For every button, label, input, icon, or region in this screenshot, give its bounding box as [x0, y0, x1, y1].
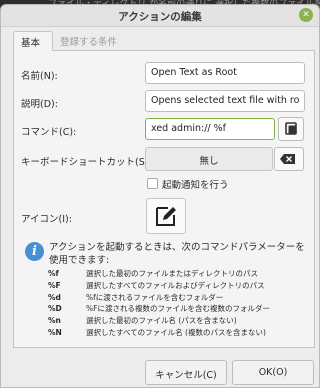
parameter-code: %d: [48, 292, 61, 302]
description-field[interactable]: Opens selected text file with ro: [145, 90, 305, 112]
info-icon: i: [25, 242, 44, 261]
close-button[interactable]: ✕: [299, 8, 313, 22]
edit-action-dialog: アクションの編集 ✕ 基本 登録する条件 名前(N): Open Text as…: [0, 4, 320, 388]
help-intro-text: アクションを起動するときは、次のコマンドパラメーターを使用できます:: [49, 242, 305, 266]
parameter-row: %N 選択したすべてのファイル名 (複数のパスを含まない): [48, 327, 313, 339]
cancel-button[interactable]: キャンセル(C): [145, 360, 227, 385]
parameter-row: %F 選択したすべてのファイルおよびディレクトリのパス: [48, 280, 313, 292]
shortcut-button[interactable]: 無し: [145, 147, 273, 171]
startup-notify-label: 起動通知を行う: [162, 180, 229, 191]
parameter-description: %fに渡されるファイルを含むフォルダー: [86, 292, 224, 302]
open-document-icon: [285, 122, 297, 135]
browse-button[interactable]: [278, 117, 304, 141]
icon-label: アイコン(I):: [21, 214, 72, 225]
ok-button[interactable]: OK(O): [232, 360, 314, 385]
parameter-row: %n 選択した最初のファイル名 (パスを含まない): [48, 315, 313, 327]
parameter-row: %D %Fに渡される複数のファイルを含む複数のフォルダー: [48, 303, 313, 315]
parameter-description: 選択した最初のファイルまたはディレクトリのパス: [86, 269, 258, 278]
parameter-list: %f 選択した最初のファイルまたはディレクトリのパス %F 選択したすべてのファ…: [48, 268, 313, 339]
description-label: 説明(D):: [21, 99, 58, 110]
close-icon: ✕: [302, 10, 310, 20]
parameter-description: 選択したすべてのファイル名 (複数のパスを含まない): [86, 327, 266, 337]
name-label: 名前(N):: [21, 71, 58, 82]
parameter-description: 選択したすべてのファイルおよびディレクトリのパス: [86, 280, 265, 290]
backspace-icon: [280, 154, 295, 164]
parameter-row: %f 選択した最初のファイルまたはディレクトリのパス: [48, 268, 313, 280]
icon-picker-button[interactable]: [146, 198, 186, 234]
startup-notify-checkbox[interactable]: [147, 178, 158, 189]
parameter-code: %n: [48, 316, 61, 326]
parameter-description: 選択した最初のファイル名 (パスを含まない): [86, 316, 237, 326]
parameter-code: %D: [48, 304, 62, 314]
command-field[interactable]: xed admin:// %f: [145, 118, 275, 140]
shortcut-label: キーボードショートカット(S):: [21, 157, 152, 168]
tab-conditions[interactable]: 登録する条件: [53, 31, 135, 51]
window-title: アクションの編集: [118, 11, 202, 23]
clear-shortcut-button[interactable]: [274, 147, 304, 171]
parameter-description: %Fに渡される複数のファイルを含む複数のフォルダー: [86, 304, 270, 314]
tab-basic[interactable]: 基本: [13, 31, 53, 51]
command-label: コマンド(C):: [21, 127, 77, 138]
parameter-row: %d %fに渡されるファイルを含むフォルダー: [48, 292, 313, 304]
parameter-code: %F: [48, 280, 61, 290]
parameter-code: %f: [48, 269, 59, 278]
edit-icon: [156, 207, 176, 226]
parameter-code: %N: [48, 327, 62, 337]
title-bar[interactable]: アクションの編集 ✕: [1, 5, 319, 27]
name-field[interactable]: Open Text as Root: [145, 62, 305, 84]
